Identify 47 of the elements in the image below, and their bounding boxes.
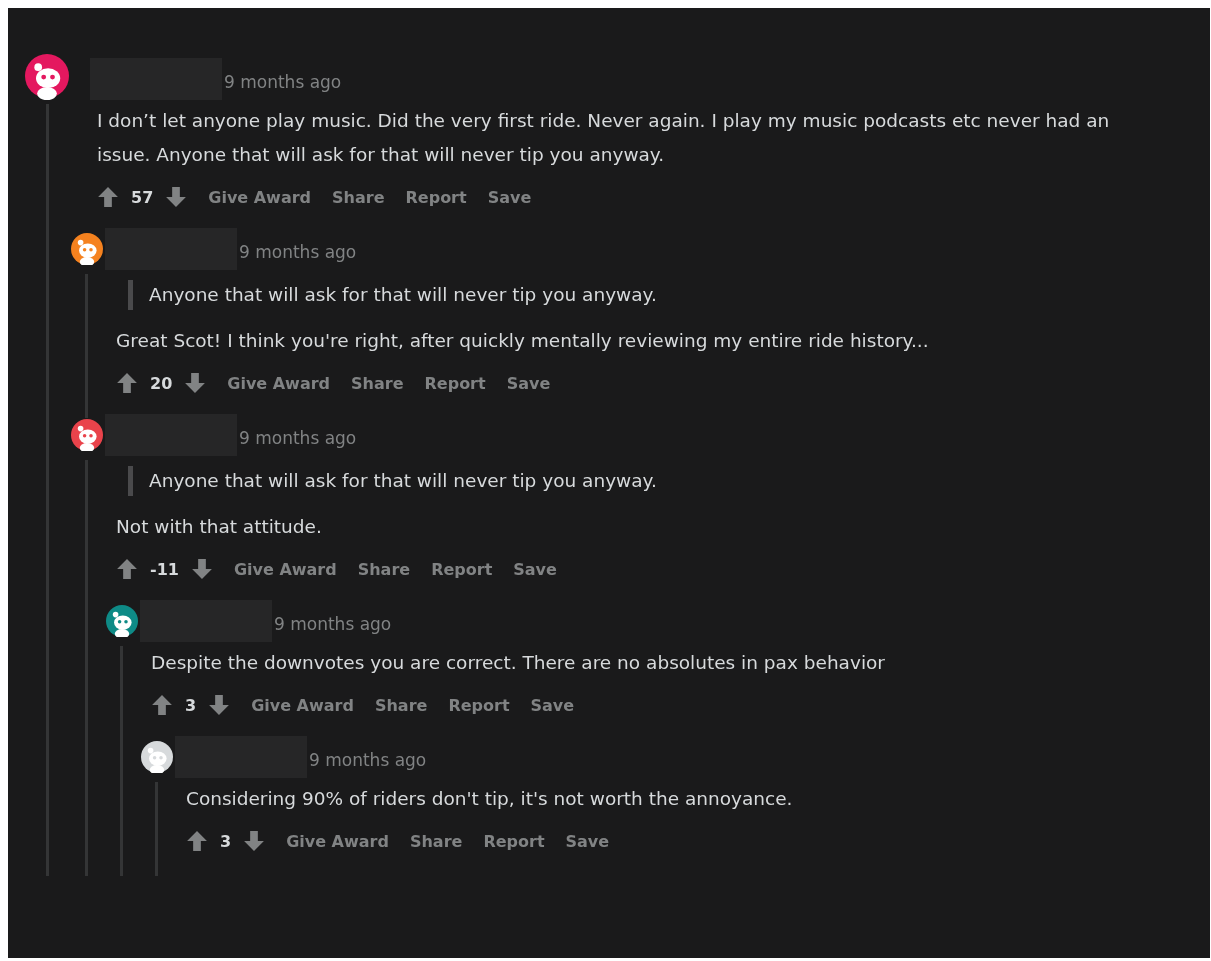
downvote-icon[interactable]: [243, 830, 266, 852]
comment-action[interactable]: Save: [565, 831, 610, 851]
comment-action[interactable]: Share: [374, 695, 428, 715]
downvote-icon[interactable]: [190, 558, 213, 580]
downvote-icon[interactable]: [184, 372, 207, 394]
upvote-icon[interactable]: [186, 830, 208, 852]
quoted-text: Anyone that will ask for that will never tip you anyway.: [128, 466, 1210, 496]
timestamp: 9 months ago: [239, 428, 357, 448]
downvote-icon[interactable]: [165, 186, 188, 208]
vote-score: 57: [131, 187, 154, 207]
comment-action[interactable]: Share: [332, 187, 385, 207]
timestamp: 9 months ago: [309, 750, 427, 770]
timestamp: 9 months ago: [274, 614, 392, 634]
comment-text: Despite the downvotes you are correct. There are no absolutes in pax behavior: [151, 651, 886, 675]
comment-action[interactable]: Give Award: [286, 831, 389, 851]
comment-action[interactable]: Report: [424, 373, 486, 393]
comment-action[interactable]: Save: [487, 187, 532, 207]
timestamp: 9 months ago: [239, 242, 357, 262]
vote-score: 20: [150, 373, 173, 393]
upvote-icon[interactable]: [116, 558, 138, 580]
comment-action[interactable]: Share: [409, 831, 463, 851]
comment-action[interactable]: Save: [530, 695, 575, 715]
vote-score: 3: [185, 695, 197, 715]
comment-action[interactable]: Report: [405, 187, 467, 207]
comment-action[interactable]: Share: [351, 373, 404, 393]
upvote-icon[interactable]: [151, 694, 173, 716]
comment-action[interactable]: Report: [431, 559, 493, 579]
upvote-icon[interactable]: [116, 372, 138, 394]
comment-action[interactable]: Give Award: [251, 695, 354, 715]
comment-action[interactable]: Save: [506, 373, 551, 393]
comment-action[interactable]: Give Award: [233, 559, 337, 579]
vote-score: -11: [150, 559, 179, 579]
comment-action[interactable]: Save: [513, 559, 557, 579]
vote-score: 3: [220, 831, 232, 851]
comment-action[interactable]: Report: [483, 831, 545, 851]
upvote-icon[interactable]: [97, 186, 119, 208]
comment-action[interactable]: Give Award: [208, 187, 312, 207]
comment-text: Great Scot! I think you're right, after quickly mentally reviewing my entire ride history...: [116, 329, 930, 353]
comment-text: Not with that attitude.: [116, 515, 323, 539]
downvote-icon[interactable]: [208, 694, 231, 716]
timestamp: 9 months ago: [224, 72, 342, 92]
comment-text: I don’t let anyone play music. Did the very first ride. Never again. I play my music podcasts etc never had an issue. Anyone that will ask for that will never tip you anyway.: [97, 109, 1111, 167]
comment-action[interactable]: Share: [357, 559, 411, 579]
quoted-text: Anyone that will ask for that will never tip you anyway.: [128, 280, 1210, 310]
comment-text: Considering 90% of riders don't tip, it's not worth the annoyance.: [186, 787, 794, 811]
comment-action[interactable]: Give Award: [227, 373, 331, 393]
comment-action[interactable]: Report: [448, 695, 510, 715]
